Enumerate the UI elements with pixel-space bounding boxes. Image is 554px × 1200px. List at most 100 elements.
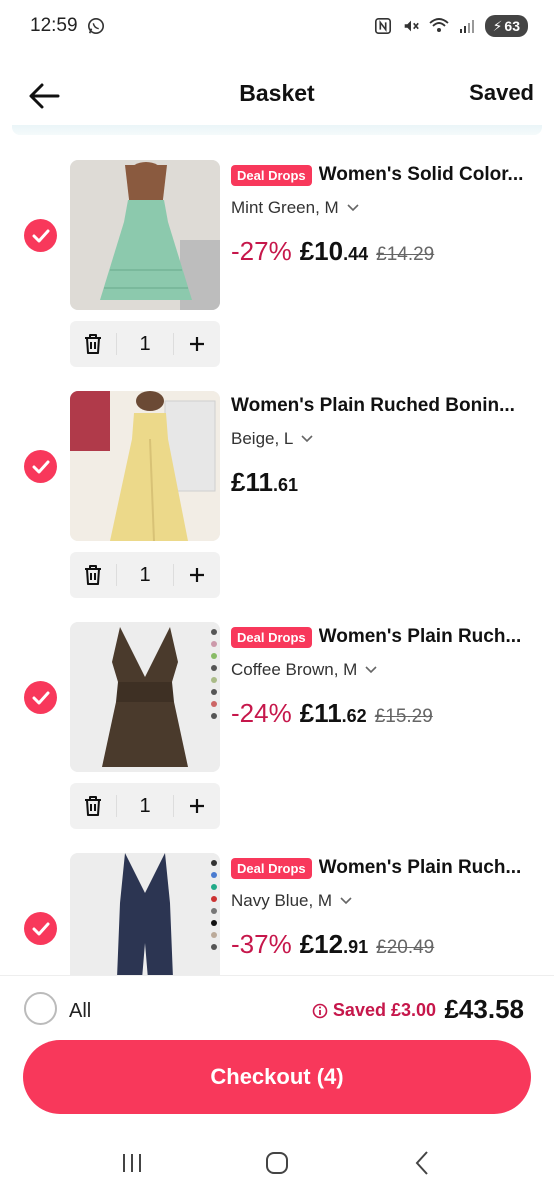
saved-link[interactable]: Saved: [469, 80, 534, 106]
price-row: -24% £11 .62 £15.29: [231, 698, 541, 729]
price-main: £11: [231, 467, 273, 497]
deal-badge: Deal Drops: [231, 857, 312, 879]
dress-image: [70, 391, 220, 541]
increase-quantity-button[interactable]: [174, 783, 220, 829]
plus-icon: [190, 337, 204, 351]
mute-icon: [401, 16, 421, 36]
checkout-button[interactable]: Checkout (4): [23, 1040, 531, 1114]
quantity-stepper: 1: [70, 321, 220, 367]
price-cents: .61: [272, 475, 298, 495]
arrow-left-icon: [29, 83, 60, 109]
back-button[interactable]: [26, 78, 62, 114]
trash-icon: [85, 796, 101, 816]
product-title[interactable]: Women's Solid Color...: [319, 164, 524, 186]
header: Basket Saved: [0, 62, 554, 128]
delete-button[interactable]: [70, 552, 116, 598]
home-button[interactable]: [257, 1143, 297, 1183]
variant-selector[interactable]: Beige, L: [231, 429, 541, 449]
select-all-checkbox[interactable]: [24, 992, 57, 1025]
check-icon: [32, 691, 49, 704]
system-nav-bar: [0, 1125, 554, 1200]
status-bar: 12:59 ⚡ 63: [0, 0, 554, 52]
saved-amount-label: Saved £3.00: [332, 1000, 436, 1020]
product-title[interactable]: Women's Plain Ruched Bonin...: [231, 395, 515, 417]
recent-apps-button[interactable]: [112, 1143, 152, 1183]
price-main: £10: [299, 236, 344, 266]
quantity-value[interactable]: 1: [117, 564, 173, 587]
dress-image: [70, 160, 220, 310]
title-row[interactable]: Women's Plain Ruched Bonin...: [231, 391, 541, 421]
chevron-down-icon: [365, 666, 377, 674]
variant-selector[interactable]: Coffee Brown, M: [231, 660, 541, 680]
nfc-icon: [373, 16, 393, 36]
dress-image: [70, 622, 220, 772]
item-info: Deal Drops Women's Plain Ruch... Coffee …: [231, 622, 541, 729]
cart-item: Deal Drops Women's Solid Color... Mint G…: [0, 140, 554, 371]
delete-button[interactable]: [70, 783, 116, 829]
title-row[interactable]: Deal Drops Women's Plain Ruch...: [231, 853, 541, 883]
item-checkbox[interactable]: [24, 219, 57, 252]
item-info: Deal Drops Women's Solid Color... Mint G…: [231, 160, 541, 267]
price-cents: .44: [343, 244, 369, 264]
title-row[interactable]: Deal Drops Women's Plain Ruch...: [231, 622, 541, 652]
wifi-icon: [428, 16, 449, 36]
system-back-button[interactable]: [402, 1143, 442, 1183]
price-main: £11: [299, 698, 342, 728]
saved-amount[interactable]: Saved £3.00: [312, 1000, 436, 1021]
status-left: 12:59: [30, 15, 106, 37]
chevron-down-icon: [347, 204, 359, 212]
original-price: £15.29: [374, 706, 433, 727]
quantity-stepper: 1: [70, 783, 220, 829]
product-image[interactable]: [70, 160, 220, 310]
deal-badge: Deal Drops: [231, 164, 312, 186]
home-icon: [265, 1151, 288, 1174]
plus-icon: [190, 568, 204, 582]
variant-selector[interactable]: Navy Blue, M: [231, 891, 541, 911]
chevron-left-icon: [415, 1150, 428, 1175]
original-price: £14.29: [376, 244, 435, 265]
delete-button[interactable]: [70, 321, 116, 367]
charging-icon: ⚡: [492, 17, 503, 34]
increase-quantity-button[interactable]: [174, 552, 220, 598]
recent-apps-icon: [123, 1153, 142, 1172]
deal-badge: Deal Drops: [231, 626, 312, 648]
variant-label: Beige, L: [231, 429, 294, 448]
price-row: £11 .61: [231, 467, 541, 498]
select-all-label[interactable]: All: [69, 1000, 91, 1023]
product-title[interactable]: Women's Plain Ruch...: [319, 626, 522, 648]
product-image[interactable]: [70, 622, 220, 772]
cart-list[interactable]: Deal Drops Women's Solid Color... Mint G…: [0, 140, 554, 975]
jumpsuit-image: [70, 853, 220, 975]
info-icon: [312, 1003, 328, 1018]
cart-item: Women's Plain Ruched Bonin... Beige, L £…: [0, 371, 554, 602]
chevron-down-icon: [301, 435, 313, 443]
quantity-value[interactable]: 1: [117, 333, 173, 356]
title-row[interactable]: Deal Drops Women's Solid Color...: [231, 160, 541, 190]
discount-percent: -24%: [231, 698, 292, 728]
quantity-value[interactable]: 1: [117, 795, 173, 818]
trash-icon: [85, 565, 101, 585]
check-icon: [32, 229, 49, 242]
check-icon: [32, 922, 49, 935]
battery-icon: ⚡ 63: [484, 15, 528, 37]
product-image[interactable]: [70, 853, 220, 975]
item-checkbox[interactable]: [24, 912, 57, 945]
chevron-down-icon: [340, 897, 352, 905]
item-checkbox[interactable]: [24, 450, 57, 483]
discount-percent: -37%: [231, 929, 292, 959]
item-info: Women's Plain Ruched Bonin... Beige, L £…: [231, 391, 541, 498]
status-time: 12:59: [30, 15, 78, 36]
variant-label: Navy Blue, M: [231, 891, 333, 910]
header-divider: [12, 125, 542, 135]
increase-quantity-button[interactable]: [174, 321, 220, 367]
product-image[interactable]: [70, 391, 220, 541]
variant-label: Coffee Brown, M: [231, 660, 358, 679]
battery-level: 63: [504, 18, 520, 34]
signal-icon: [457, 16, 477, 36]
variant-label: Mint Green, M: [231, 198, 339, 217]
trash-icon: [85, 334, 101, 354]
item-checkbox[interactable]: [24, 681, 57, 714]
original-price: £20.49: [376, 937, 435, 958]
variant-selector[interactable]: Mint Green, M: [231, 198, 541, 218]
product-title[interactable]: Women's Plain Ruch...: [319, 857, 522, 879]
